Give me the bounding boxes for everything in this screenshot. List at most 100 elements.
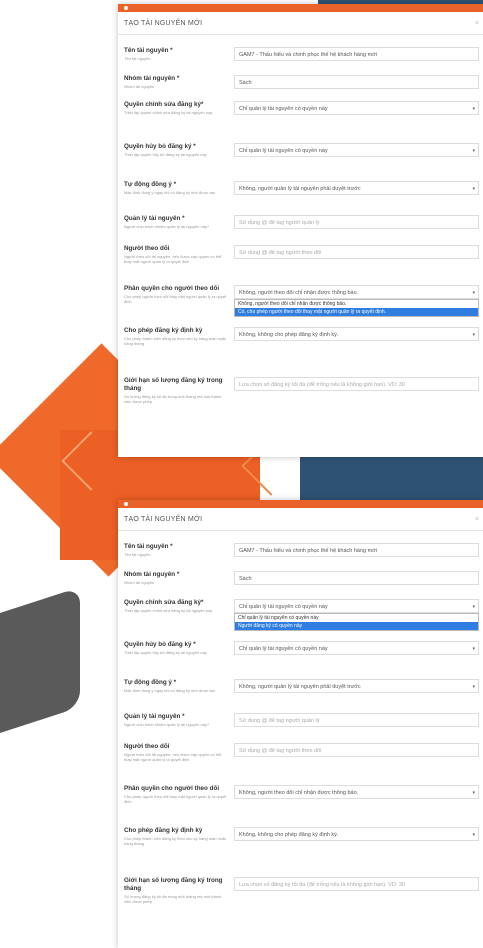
panel-topbar bbox=[118, 4, 483, 12]
field-resource-manager: Quản lý tài nguyên * Người chịu trách nhi… bbox=[124, 713, 479, 743]
field-follower-permission: Phân quyền cho người theo dõi Cho phép ng… bbox=[124, 785, 479, 827]
field-label: Người theo dõi bbox=[124, 245, 170, 252]
auto-approve-select[interactable]: Không, người quản lý tài nguyên phải duy… bbox=[234, 181, 479, 195]
caret-down-icon: ▾ bbox=[472, 790, 475, 796]
close-icon[interactable]: × bbox=[475, 20, 479, 27]
followers-input[interactable]: Sử dụng @ để tag người theo dõi bbox=[234, 743, 479, 757]
field-recurring-booking: Cho phép đăng ký định kỳ Cho phép thành v… bbox=[124, 327, 479, 377]
field-hint: Nhóm tài nguyên bbox=[124, 84, 155, 89]
recurring-booking-select[interactable]: Không, không cho phép đăng ký định kỳ. ▾ bbox=[234, 827, 479, 841]
field-hint: Số lượng đăng ký tối đa trong một tháng … bbox=[124, 894, 222, 904]
field-monthly-limit: Giới hạn số lượng đăng ký trong tháng Số … bbox=[124, 377, 479, 427]
field-label: Phân quyền cho người theo dõi bbox=[124, 785, 220, 792]
field-label: Tự động đồng ý * bbox=[124, 679, 177, 686]
field-label: Quản lý tài nguyên * bbox=[124, 713, 185, 720]
field-follower-permission: Phân quyền cho người theo dõi Cho phép ng… bbox=[124, 285, 479, 327]
panel-title: TẠO TÀI NGUYÊN MỚI bbox=[124, 19, 203, 27]
window-dot bbox=[124, 6, 128, 10]
resource-name-input[interactable]: GAM7 - Thấu hiểu và chinh phục thế hệ kh… bbox=[234, 543, 479, 557]
panel-title: TẠO TÀI NGUYÊN MỚI bbox=[124, 515, 203, 523]
field-label: Quyền hủy bỏ đăng ký * bbox=[124, 641, 196, 648]
resource-group-input[interactable]: Sách bbox=[234, 75, 479, 89]
field-followers: Người theo dõi Người theo dõi tài nguyên,… bbox=[124, 245, 479, 285]
panel-topbar bbox=[118, 500, 483, 508]
field-hint: Mặc định đồng ý ngay khi có đăng ký mới … bbox=[124, 190, 216, 195]
follower-permission-select[interactable]: Không, người theo dõi chỉ nhận được thôn… bbox=[234, 285, 479, 299]
close-icon[interactable]: × bbox=[475, 516, 479, 523]
field-edit-permission: Quyền chỉnh sửa đăng ký* Thiết lập quyền … bbox=[124, 599, 479, 641]
cancel-permission-select[interactable]: Chỉ quản lý tài nguyên có quyền này ▾ bbox=[234, 143, 479, 157]
dropdown-option-selected[interactable]: Có, cho phép người theo dõi thay mặt ngư… bbox=[235, 308, 478, 316]
field-label: Quản lý tài nguyên * bbox=[124, 215, 185, 222]
follower-permission-dropdown: Không, người theo dõi chỉ nhận được thôn… bbox=[234, 299, 479, 317]
panel-header: TẠO TÀI NGUYÊN MỚI × bbox=[118, 12, 483, 35]
field-recurring-booking: Cho phép đăng ký định kỳ Cho phép thành v… bbox=[124, 827, 479, 877]
dropdown-option[interactable]: Không, người theo dõi chỉ nhận được thôn… bbox=[235, 300, 478, 308]
field-hint: Tên tài nguyên bbox=[124, 552, 151, 557]
field-resource-group: Nhóm tài nguyên * Nhóm tài nguyên Sách bbox=[124, 571, 479, 599]
dropdown-option-selected[interactable]: Người đăng ký có quyền này bbox=[235, 622, 478, 630]
field-label: Phân quyền cho người theo dõi bbox=[124, 285, 220, 292]
monthly-limit-input[interactable]: Lựa chọn số đăng ký tối đa (để trống nếu… bbox=[234, 377, 479, 391]
field-hint: Mặc định đồng ý ngay khi có đăng ký mới … bbox=[124, 688, 216, 693]
monthly-limit-input[interactable]: Lựa chọn số đăng ký tối đa (để trống nếu… bbox=[234, 877, 479, 891]
field-cancel-permission: Quyền hủy bỏ đăng ký * Thiết lập quyền hủ… bbox=[124, 641, 479, 679]
field-hint: Người chịu trách nhiệm quản lý tài nguyê… bbox=[124, 224, 210, 229]
field-label: Tự động đồng ý * bbox=[124, 181, 177, 188]
select-value: Không, người theo dõi chỉ nhận được thôn… bbox=[239, 790, 359, 796]
field-hint: Thiết lập quyền chỉnh sửa đăng ký tài ng… bbox=[124, 608, 213, 613]
field-followers: Người theo dõi Người theo dõi tài nguyên,… bbox=[124, 743, 479, 785]
select-value: Không, người quản lý tài nguyên phải duy… bbox=[239, 684, 361, 690]
field-resource-name: Tên tài nguyên * Tên tài nguyên GAM7 - Th… bbox=[124, 47, 479, 75]
select-value: Chỉ quản lý tài nguyên có quyền này bbox=[239, 604, 328, 610]
field-cancel-permission: Quyền hủy bỏ đăng ký * Thiết lập quyền hủ… bbox=[124, 143, 479, 181]
resource-manager-input[interactable]: Sử dụng @ để tag người quản lý bbox=[234, 215, 479, 229]
field-label: Quyền chỉnh sửa đăng ký* bbox=[124, 599, 204, 606]
navy-accent-middle bbox=[300, 456, 483, 500]
edit-permission-select[interactable]: Chỉ quản lý tài nguyên có quyền này ▾ bbox=[234, 599, 479, 613]
caret-down-icon: ▾ bbox=[472, 290, 475, 296]
field-label: Người theo dõi bbox=[124, 743, 170, 750]
field-hint: Thiết lập quyền chỉnh sửa đăng ký tài ng… bbox=[124, 110, 213, 115]
followers-input[interactable]: Sử dụng @ để tag người theo dõi bbox=[234, 245, 479, 259]
field-resource-manager: Quản lý tài nguyên * Người chịu trách nhi… bbox=[124, 215, 479, 245]
auto-approve-select[interactable]: Không, người quản lý tài nguyên phải duy… bbox=[234, 679, 479, 693]
field-label: Nhóm tài nguyên * bbox=[124, 571, 180, 578]
follower-permission-select[interactable]: Không, người theo dõi chỉ nhận được thôn… bbox=[234, 785, 479, 799]
cancel-permission-select[interactable]: Chỉ quản lý tài nguyên có quyền này ▾ bbox=[234, 641, 479, 655]
field-hint: Cho phép người theo dõi thay mặt người q… bbox=[124, 794, 227, 804]
resource-name-input[interactable]: GAM7 - Thấu hiểu và chinh phục thế hệ kh… bbox=[234, 47, 479, 61]
dropdown-option[interactable]: Chỉ quản lý tài nguyên có quyền này bbox=[235, 614, 478, 622]
field-monthly-limit: Giới hạn số lượng đăng ký trong tháng Số … bbox=[124, 877, 479, 927]
resource-manager-input[interactable]: Sử dụng @ để tag người quản lý bbox=[234, 713, 479, 727]
field-edit-permission: Quyền chỉnh sửa đăng ký* Thiết lập quyền … bbox=[124, 101, 479, 143]
field-label: Tên tài nguyên * bbox=[124, 543, 173, 550]
field-label: Giới hạn số lượng đăng ký trong tháng bbox=[124, 877, 223, 892]
field-hint: Người chịu trách nhiệm quản lý tài nguyê… bbox=[124, 722, 210, 727]
caret-down-icon: ▾ bbox=[472, 684, 475, 690]
edit-permission-select[interactable]: Chỉ quản lý tài nguyên có quyền này ▾ bbox=[234, 101, 479, 115]
field-label: Cho phép đăng ký định kỳ bbox=[124, 327, 203, 334]
field-label: Nhóm tài nguyên * bbox=[124, 75, 180, 82]
field-hint: Tên tài nguyên bbox=[124, 56, 151, 61]
caret-down-icon: ▾ bbox=[472, 186, 475, 192]
field-hint: Người theo dõi tài nguyên, nếu được cấp … bbox=[124, 752, 222, 762]
field-label: Quyền chỉnh sửa đăng ký* bbox=[124, 101, 204, 108]
field-hint: Cho phép thành viên đăng ký theo chu kỳ … bbox=[124, 836, 227, 846]
field-hint: Cho phép người theo dõi thay mặt người q… bbox=[124, 294, 227, 304]
recurring-booking-select[interactable]: Không, không cho phép đăng ký định kỳ. ▾ bbox=[234, 327, 479, 341]
field-hint: Số lượng đăng ký tối đa trong một tháng … bbox=[124, 394, 222, 404]
caret-down-icon: ▾ bbox=[472, 604, 475, 610]
field-resource-group: Nhóm tài nguyên * Nhóm tài nguyên Sách bbox=[124, 75, 479, 101]
select-value: Chỉ quản lý tài nguyên có quyền này bbox=[239, 646, 328, 652]
field-label: Quyền hủy bỏ đăng ký * bbox=[124, 143, 196, 150]
caret-down-icon: ▾ bbox=[472, 106, 475, 112]
create-resource-panel-1: TẠO TÀI NGUYÊN MỚI × Tên tài nguyên * Tên… bbox=[118, 4, 483, 457]
caret-down-icon: ▾ bbox=[472, 332, 475, 338]
field-hint: Cho phép thành viên đăng ký theo chu kỳ … bbox=[124, 336, 227, 346]
resource-group-input[interactable]: Sách bbox=[234, 571, 479, 585]
field-label: Tên tài nguyên * bbox=[124, 47, 173, 54]
select-value: Không, không cho phép đăng ký định kỳ. bbox=[239, 832, 339, 838]
field-hint: Nhóm tài nguyên bbox=[124, 580, 155, 585]
field-hint: Thiết lập quyền hủy bỏ đăng ký tài nguyê… bbox=[124, 152, 207, 157]
